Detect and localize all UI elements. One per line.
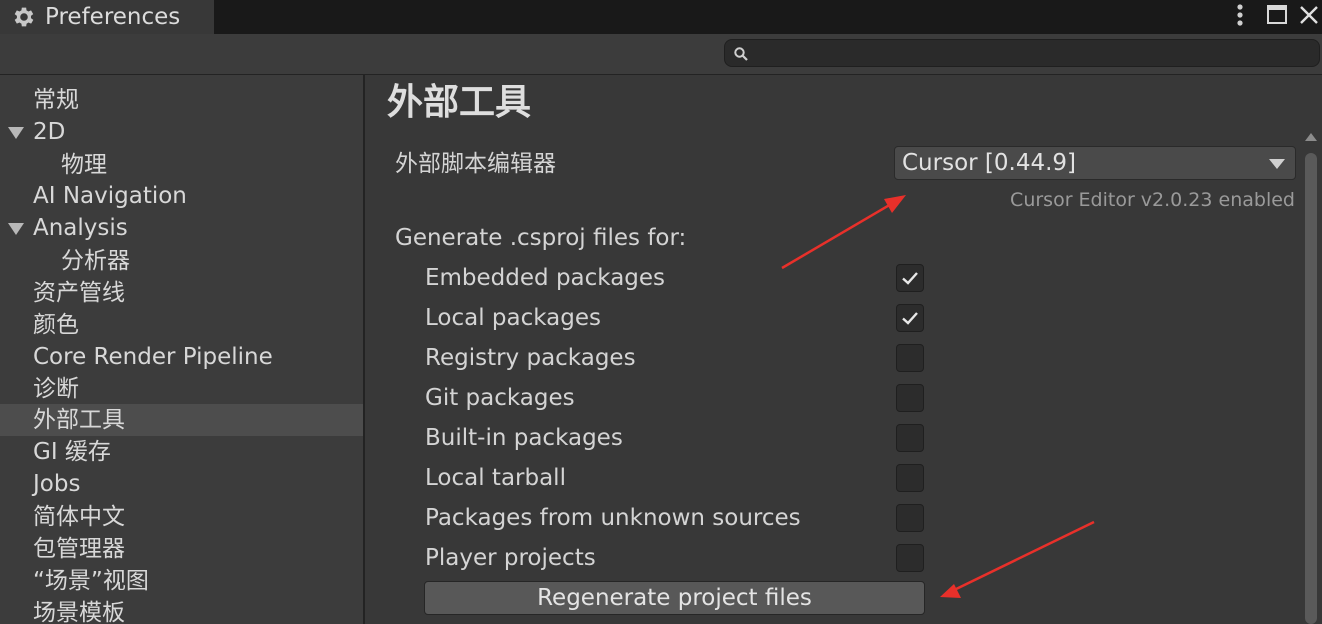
close-icon[interactable]	[1298, 4, 1320, 26]
sidebar-item-label: 2D	[33, 119, 66, 145]
sidebar-item-jobs[interactable]: Jobs	[0, 468, 363, 500]
local-packages-checkbox[interactable]	[896, 304, 924, 332]
external-script-editor-dropdown[interactable]: Cursor [0.44.9]	[894, 146, 1296, 180]
chevron-down-icon	[1269, 159, 1285, 169]
sidebar-item-ai-navigation[interactable]: AI Navigation	[0, 180, 363, 212]
local-tarball-label: Local tarball	[425, 465, 566, 491]
checkmark-icon	[902, 272, 918, 285]
sidebar-item-label: 包管理器	[33, 536, 125, 562]
sidebar-item-physics[interactable]: 物理	[0, 149, 363, 181]
registry-packages-label: Registry packages	[425, 345, 636, 371]
player-projects-label: Player projects	[425, 545, 596, 571]
sidebar-item-label: 资产管线	[33, 280, 125, 306]
sidebar-item-label: 颜色	[33, 312, 79, 338]
toolbar	[0, 34, 1322, 75]
git-packages-label: Git packages	[425, 385, 575, 411]
sidebar-item-core-render-pipeline[interactable]: Core Render Pipeline	[0, 341, 363, 373]
page-title: 外部工具	[387, 82, 532, 123]
sidebar-item-package-manager[interactable]: 包管理器	[0, 533, 363, 565]
sidebar: 常规 2D 物理 AI Navigation Analysis 分析器 资产管线…	[0, 75, 365, 624]
scrollbar-thumb[interactable]	[1305, 153, 1317, 624]
checkmark-icon	[902, 312, 918, 325]
built-in-packages-checkbox[interactable]	[896, 424, 924, 452]
title-bar: Preferences	[0, 0, 1322, 34]
local-tarball-checkbox[interactable]	[896, 464, 924, 492]
expand-arrow-icon[interactable]	[8, 127, 24, 139]
maximize-icon[interactable]	[1266, 4, 1288, 26]
unknown-sources-checkbox[interactable]	[896, 504, 924, 532]
sidebar-item-analysis[interactable]: Analysis	[0, 212, 363, 244]
scroll-up-arrow-icon[interactable]	[1305, 133, 1317, 141]
external-script-editor-label: 外部脚本编辑器	[395, 151, 556, 177]
sidebar-item-label: AI Navigation	[33, 183, 187, 209]
sidebar-item-colors[interactable]: 颜色	[0, 309, 363, 341]
sidebar-item-label: GI 缓存	[33, 439, 111, 465]
player-projects-checkbox[interactable]	[896, 544, 924, 572]
sidebar-item-scene-template[interactable]: 场景模板	[0, 597, 363, 624]
preferences-tab[interactable]: Preferences	[0, 0, 214, 34]
search-icon	[734, 47, 748, 61]
dropdown-value: Cursor [0.44.9]	[902, 150, 1077, 176]
sidebar-item-diagnostics[interactable]: 诊断	[0, 373, 363, 405]
expand-arrow-icon[interactable]	[8, 223, 24, 235]
window-title: Preferences	[45, 4, 181, 30]
sidebar-item-label: Jobs	[33, 471, 81, 497]
gear-icon	[14, 7, 34, 27]
sidebar-item-label: 物理	[61, 152, 107, 178]
sidebar-item-label: Core Render Pipeline	[33, 344, 273, 370]
embedded-packages-label: Embedded packages	[425, 265, 666, 291]
regenerate-project-files-button[interactable]: Regenerate project files	[424, 581, 925, 615]
local-packages-label: Local packages	[425, 305, 602, 331]
sidebar-item-simplified-chinese[interactable]: 简体中文	[0, 501, 363, 533]
sidebar-item-label: 诊断	[33, 376, 79, 402]
git-packages-checkbox[interactable]	[896, 384, 924, 412]
sidebar-item-label: 分析器	[61, 248, 130, 274]
sidebar-item-external-tools[interactable]: 外部工具	[0, 404, 363, 436]
editor-status-text: Cursor Editor v2.0.23 enabled	[1010, 189, 1295, 211]
registry-packages-checkbox[interactable]	[896, 344, 924, 372]
sidebar-item-label: 常规	[33, 87, 79, 113]
sidebar-item-label: 场景模板	[33, 600, 125, 624]
vertical-scrollbar[interactable]	[1305, 133, 1317, 624]
sidebar-item-profiler[interactable]: 分析器	[0, 245, 363, 277]
kebab-menu-icon[interactable]	[1230, 2, 1250, 30]
sidebar-item-scene-view[interactable]: “场景”视图	[0, 565, 363, 597]
generate-csproj-label: Generate .csproj files for:	[395, 225, 687, 251]
search-input[interactable]	[755, 42, 1309, 66]
sidebar-item-general[interactable]: 常规	[0, 84, 363, 116]
sidebar-item-label: “场景”视图	[33, 568, 149, 594]
sidebar-item-label: Analysis	[33, 215, 128, 241]
search-box[interactable]	[724, 39, 1320, 67]
sidebar-item-label: 外部工具	[33, 407, 125, 433]
main-panel: 外部工具 外部脚本编辑器 Cursor [0.44.9] Cursor Edit…	[365, 75, 1322, 624]
sidebar-item-gi-cache[interactable]: GI 缓存	[0, 436, 363, 468]
sidebar-item-2d[interactable]: 2D	[0, 116, 363, 148]
unknown-sources-label: Packages from unknown sources	[425, 505, 801, 531]
sidebar-item-asset-pipeline[interactable]: 资产管线	[0, 277, 363, 309]
sidebar-item-label: 简体中文	[33, 504, 125, 530]
embedded-packages-checkbox[interactable]	[896, 264, 924, 292]
built-in-packages-label: Built-in packages	[425, 425, 623, 451]
